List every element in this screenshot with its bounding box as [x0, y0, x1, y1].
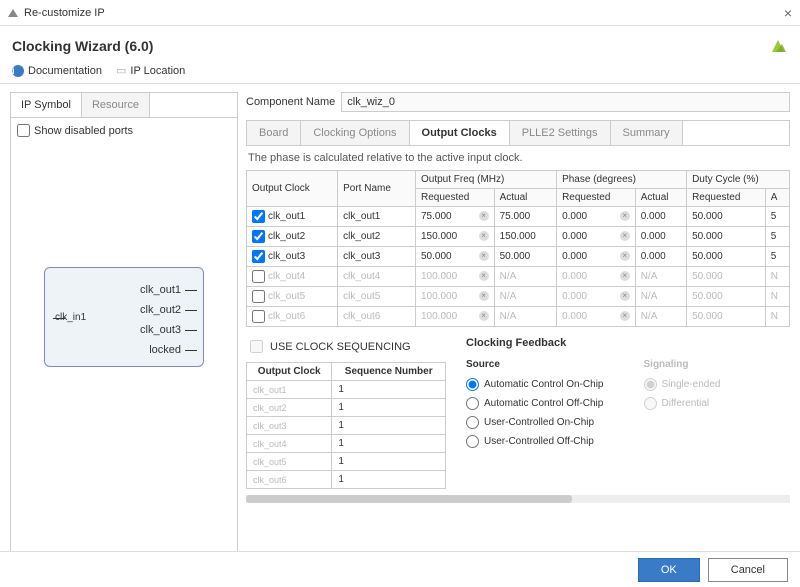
clock-enable-checkbox[interactable] — [252, 310, 265, 323]
tab-ip-symbol[interactable]: IP Symbol — [11, 93, 82, 117]
output-clocks-table: Output Clock Port Name Output Freq (MHz)… — [246, 170, 790, 327]
port-out: clk_out1 — [140, 280, 197, 300]
horizontal-scrollbar[interactable] — [246, 495, 790, 503]
clock-enable-checkbox[interactable] — [252, 270, 265, 283]
sequence-row: clk_out31 — [247, 417, 446, 435]
clocking-feedback-title: Clocking Feedback — [466, 337, 790, 349]
ip-location-link[interactable]: ▭IP Location — [116, 64, 185, 77]
source-radio[interactable]: User-Controlled On-Chip — [466, 416, 604, 429]
cancel-button[interactable]: Cancel — [708, 558, 788, 582]
signaling-radio: Differential — [644, 397, 721, 410]
clock-enable-checkbox[interactable] — [252, 230, 265, 243]
component-name-label: Component Name — [246, 96, 335, 108]
table-row: clk_out6clk_out6100.000×N/A0.000×N/A50.0… — [247, 307, 790, 327]
tab-output-clocks[interactable]: Output Clocks — [410, 121, 510, 145]
sequence-row: clk_out11 — [247, 381, 446, 399]
clock-enable-checkbox[interactable] — [252, 290, 265, 303]
tab-resource[interactable]: Resource — [82, 93, 150, 117]
page-title: Clocking Wizard (6.0) — [12, 38, 153, 54]
tab-clocking-options[interactable]: Clocking Options — [301, 121, 409, 145]
documentation-link[interactable]: iDocumentation — [12, 64, 102, 77]
sequence-row: clk_out21 — [247, 399, 446, 417]
sequence-row: clk_out51 — [247, 453, 446, 471]
window-title: Re-customize IP — [24, 7, 105, 19]
sequence-row: clk_out61 — [247, 471, 446, 489]
clock-enable-checkbox[interactable] — [252, 210, 265, 223]
table-row: clk_out5clk_out5100.000×N/A0.000×N/A50.0… — [247, 287, 790, 307]
port-in: clk_in1 — [55, 312, 86, 323]
port-out: locked — [140, 340, 197, 360]
component-name-input[interactable] — [341, 92, 790, 112]
port-out: clk_out2 — [140, 300, 197, 320]
show-disabled-checkbox[interactable]: Show disabled ports — [17, 124, 231, 137]
table-row: clk_out1clk_out175.000×75.0000.000×0.000… — [247, 207, 790, 227]
sequence-row: clk_out41 — [247, 435, 446, 453]
table-row: clk_out4clk_out4100.000×N/A0.000×N/A50.0… — [247, 267, 790, 287]
table-row: clk_out3clk_out350.000×50.0000.000×0.000… — [247, 247, 790, 267]
close-icon[interactable]: × — [784, 5, 792, 21]
ip-symbol-diagram: clk_in1 clk_out1 clk_out2 clk_out3 locke… — [44, 267, 204, 367]
signaling-radio: Single-ended — [644, 378, 721, 391]
app-icon — [8, 9, 18, 17]
info-icon: i — [12, 65, 24, 77]
ok-button[interactable]: OK — [638, 558, 700, 582]
source-radio[interactable]: Automatic Control Off-Chip — [466, 397, 604, 410]
clock-enable-checkbox[interactable] — [252, 250, 265, 263]
tab-board[interactable]: Board — [247, 121, 301, 145]
source-radio[interactable]: Automatic Control On-Chip — [466, 378, 604, 391]
phase-note: The phase is calculated relative to the … — [246, 146, 790, 170]
tab-summary[interactable]: Summary — [611, 121, 683, 145]
folder-icon: ▭ — [116, 64, 126, 77]
sequence-table: Output ClockSequence Number clk_out11clk… — [246, 362, 446, 489]
source-radio[interactable]: User-Controlled Off-Chip — [466, 435, 604, 448]
use-sequencing-checkbox: USE CLOCK SEQUENCING — [246, 337, 446, 356]
port-out: clk_out3 — [140, 320, 197, 340]
tab-plle2-settings[interactable]: PLLE2 Settings — [510, 121, 611, 145]
vendor-logo — [768, 36, 788, 56]
table-row: clk_out2clk_out2150.000×150.0000.000×0.0… — [247, 227, 790, 247]
